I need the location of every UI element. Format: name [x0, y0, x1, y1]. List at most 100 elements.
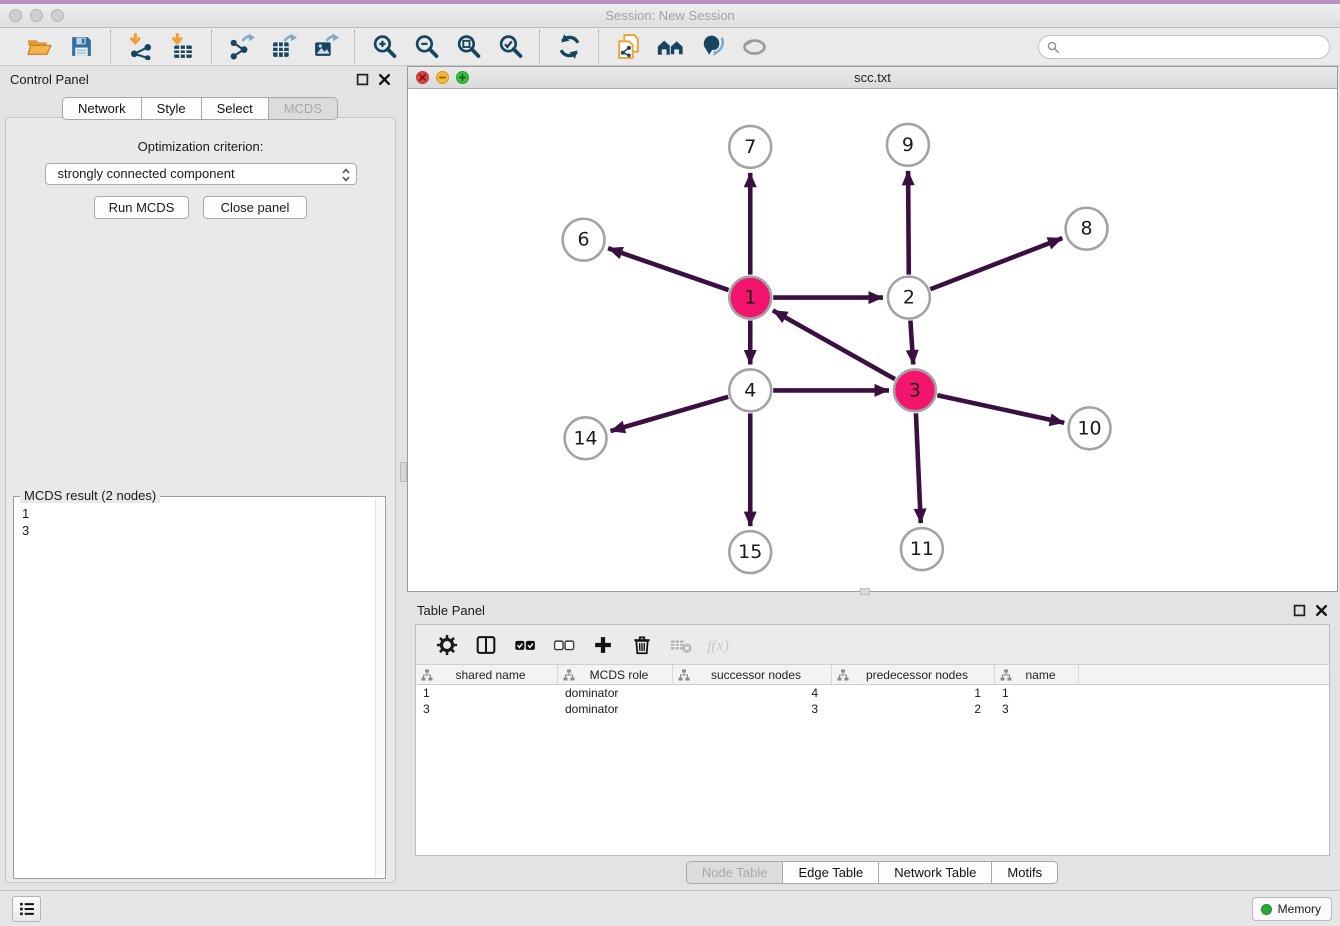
task-history-button[interactable] — [12, 896, 41, 922]
graph-edge-2-3[interactable] — [910, 320, 913, 364]
graph-node-label: 8 — [1081, 218, 1093, 240]
table-panel-title: Table Panel — [417, 603, 485, 618]
network-canvas[interactable]: 7 9 6 8 1 2 4 3 14 10 15 11 — [408, 90, 1337, 591]
vertical-split-handle[interactable] — [400, 462, 407, 482]
table-cell[interactable]: 3 — [673, 701, 832, 717]
toolbar-group — [354, 30, 539, 64]
table-cell[interactable]: dominator — [558, 685, 673, 701]
table-cell[interactable]: 3 — [995, 701, 1079, 717]
graph-node-9[interactable]: 9 — [887, 124, 929, 166]
mcds-result-item: 3 — [22, 522, 383, 539]
table-row[interactable]: 3dominator323 — [416, 701, 1329, 717]
first-neighbors-icon[interactable] — [649, 31, 691, 63]
zoom-out-icon[interactable] — [405, 31, 447, 63]
graphics-details-icon[interactable] — [733, 31, 775, 63]
close-panel-button[interactable]: Close panel — [203, 196, 307, 219]
graph-node-label: 9 — [902, 134, 914, 156]
tab-select[interactable]: Select — [201, 97, 269, 120]
import-network-icon[interactable] — [119, 31, 161, 63]
optimization-criterion-label: Optimization criterion: — [6, 139, 395, 154]
graph-node-4[interactable]: 4 — [729, 369, 771, 411]
delete-table-icon — [662, 629, 699, 661]
close-panel-icon[interactable] — [378, 73, 391, 86]
table-cell[interactable]: 1 — [416, 685, 558, 701]
graph-node-1[interactable]: 1 — [729, 277, 771, 319]
export-network-icon[interactable] — [220, 31, 262, 63]
close-panel-icon[interactable] — [1315, 604, 1328, 617]
deselect-all-icon[interactable] — [545, 629, 582, 661]
zoom-fit-icon[interactable] — [447, 31, 489, 63]
run-mcds-button[interactable]: Run MCDS — [94, 196, 189, 219]
status-bar: Memory — [0, 890, 1340, 926]
tab-style[interactable]: Style — [141, 97, 202, 120]
graph-edge-3-1[interactable] — [773, 310, 895, 379]
column-label: MCDS role — [577, 668, 669, 682]
zoom-in-icon[interactable] — [363, 31, 405, 63]
graph-node-11[interactable]: 11 — [901, 528, 943, 570]
criterion-dropdown[interactable]: strongly connected component — [45, 163, 357, 185]
hide-selected-icon[interactable] — [691, 31, 733, 63]
tab-motifs[interactable]: Motifs — [991, 861, 1058, 884]
toolbar-group — [10, 30, 110, 64]
columns-icon[interactable] — [467, 629, 504, 661]
graph-node-7[interactable]: 7 — [729, 126, 771, 168]
open-session-icon[interactable] — [18, 31, 60, 63]
graph-node-2[interactable]: 2 — [888, 277, 930, 319]
memory-status-dot — [1261, 904, 1272, 915]
search-box — [1038, 35, 1330, 59]
graph-node-8[interactable]: 8 — [1066, 208, 1108, 250]
graph-edge-3-10[interactable] — [937, 395, 1064, 423]
tab-network-table[interactable]: Network Table — [878, 861, 992, 884]
tab-mcds[interactable]: MCDS — [268, 97, 338, 120]
delete-row-icon[interactable] — [623, 629, 660, 661]
select-all-icon[interactable] — [506, 629, 543, 661]
table-cell[interactable]: dominator — [558, 701, 673, 717]
graph-node-3[interactable]: 3 — [894, 369, 936, 411]
import-table-icon[interactable] — [161, 31, 203, 63]
column-header-predecessor-nodes[interactable]: predecessor nodes — [832, 665, 995, 684]
search-input[interactable] — [1038, 35, 1330, 59]
column-header-name[interactable]: name — [995, 665, 1079, 684]
zoom-selected-icon[interactable] — [489, 31, 531, 63]
graph-edge-1-6[interactable] — [608, 248, 728, 290]
table-cell[interactable]: 1 — [832, 685, 995, 701]
hierarchy-icon — [837, 669, 849, 681]
graph-edge-2-9[interactable] — [908, 171, 909, 275]
column-header-shared-name[interactable]: shared name — [416, 665, 558, 684]
export-table-icon[interactable] — [262, 31, 304, 63]
table-cell[interactable]: 3 — [416, 701, 558, 717]
column-header-successor-nodes[interactable]: successor nodes — [673, 665, 832, 684]
graph-node-14[interactable]: 14 — [565, 417, 607, 459]
graph-node-10[interactable]: 10 — [1069, 407, 1111, 449]
table-row[interactable]: 1dominator411 — [416, 685, 1329, 701]
column-label: shared name — [435, 668, 554, 682]
result-scrollbar[interactable] — [375, 498, 384, 877]
table-cell[interactable]: 1 — [995, 685, 1079, 701]
mcds-panel: Optimization criterion: strongly connect… — [5, 117, 396, 883]
horizontal-split-handle[interactable] — [860, 588, 870, 595]
graph-node-6[interactable]: 6 — [563, 219, 605, 261]
graph-edge-3-11[interactable] — [916, 413, 921, 523]
mcds-result-item: 1 — [22, 505, 383, 522]
graph-node-label: 2 — [903, 287, 915, 309]
tab-network[interactable]: Network — [62, 97, 142, 120]
add-row-icon[interactable] — [584, 629, 621, 661]
mcds-result-title: MCDS result (2 nodes) — [20, 488, 160, 503]
export-image-icon[interactable] — [304, 31, 346, 63]
graph-edge-2-8[interactable] — [930, 238, 1062, 289]
tab-node-table[interactable]: Node Table — [686, 861, 784, 884]
graph-edge-4-14[interactable] — [610, 397, 728, 431]
float-panel-icon[interactable] — [1293, 604, 1306, 617]
gear-icon[interactable] — [428, 629, 465, 661]
table-cell[interactable]: 2 — [832, 701, 995, 717]
refresh-icon[interactable] — [548, 31, 590, 63]
float-panel-icon[interactable] — [356, 73, 369, 86]
table-cell[interactable]: 4 — [673, 685, 832, 701]
memory-button[interactable]: Memory — [1252, 897, 1332, 921]
duplicate-network-icon[interactable] — [607, 31, 649, 63]
column-header-MCDS-role[interactable]: MCDS role — [558, 665, 673, 684]
tab-edge-table[interactable]: Edge Table — [782, 861, 879, 884]
control-panel: Control Panel NetworkStyleSelectMCDS Opt… — [0, 66, 401, 886]
save-session-icon[interactable] — [60, 31, 102, 63]
graph-node-15[interactable]: 15 — [729, 531, 771, 573]
